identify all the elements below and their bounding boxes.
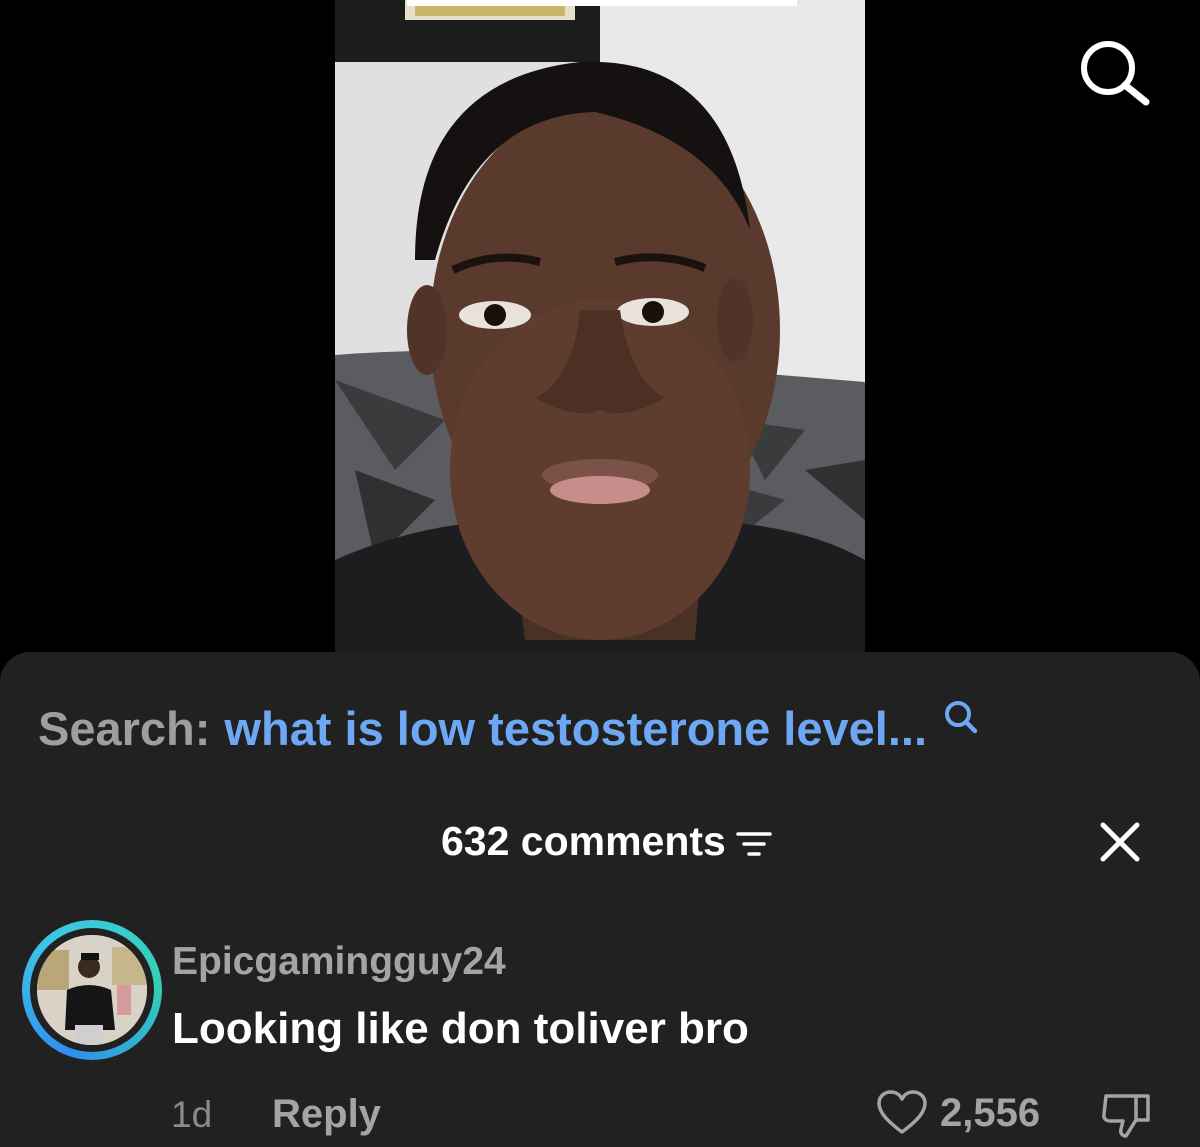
search-icon[interactable] (943, 699, 979, 735)
heart-icon[interactable] (876, 1090, 928, 1136)
avatar-photo (37, 935, 147, 1045)
avatar-image (37, 935, 147, 1045)
search-suggestion-query[interactable]: what is low testosterone level... (224, 701, 927, 756)
comments-count: 632 comments (441, 817, 726, 864)
like-count: 2,556 (940, 1090, 1041, 1135)
search-suggestion[interactable]: Search: what is low testosterone level..… (38, 700, 979, 756)
comment-timestamp: 1d (171, 1094, 213, 1135)
video-player[interactable] (0, 0, 1200, 660)
comments-header: 632 comments (0, 816, 1200, 866)
comments-sheet: Search: what is low testosterone level..… (0, 652, 1200, 1147)
video-frame[interactable] (335, 0, 865, 652)
comment-text: Looking like don toliver bro (172, 1004, 749, 1053)
avatar[interactable] (22, 920, 162, 1060)
video-thumbnail-image (335, 0, 865, 652)
search-icon[interactable] (1078, 38, 1152, 106)
search-suggestion-prefix: Search: (38, 701, 211, 755)
like-button[interactable]: 2,556 (876, 1090, 1040, 1136)
comments-count-sort-button[interactable]: 632 comments (441, 816, 772, 866)
comment-meta-row: 1d Reply 2,556 (0, 1090, 1200, 1140)
thumbs-down-icon[interactable] (1100, 1090, 1154, 1140)
avatar-ring-inner (30, 928, 154, 1052)
sort-icon[interactable] (736, 830, 772, 858)
close-icon[interactable] (1098, 820, 1142, 864)
reply-button[interactable]: Reply (272, 1092, 381, 1137)
comment-username[interactable]: Epicgamingguy24 (172, 940, 506, 984)
comment-item: Epicgamingguy24 Looking like don toliver… (0, 920, 1200, 1140)
